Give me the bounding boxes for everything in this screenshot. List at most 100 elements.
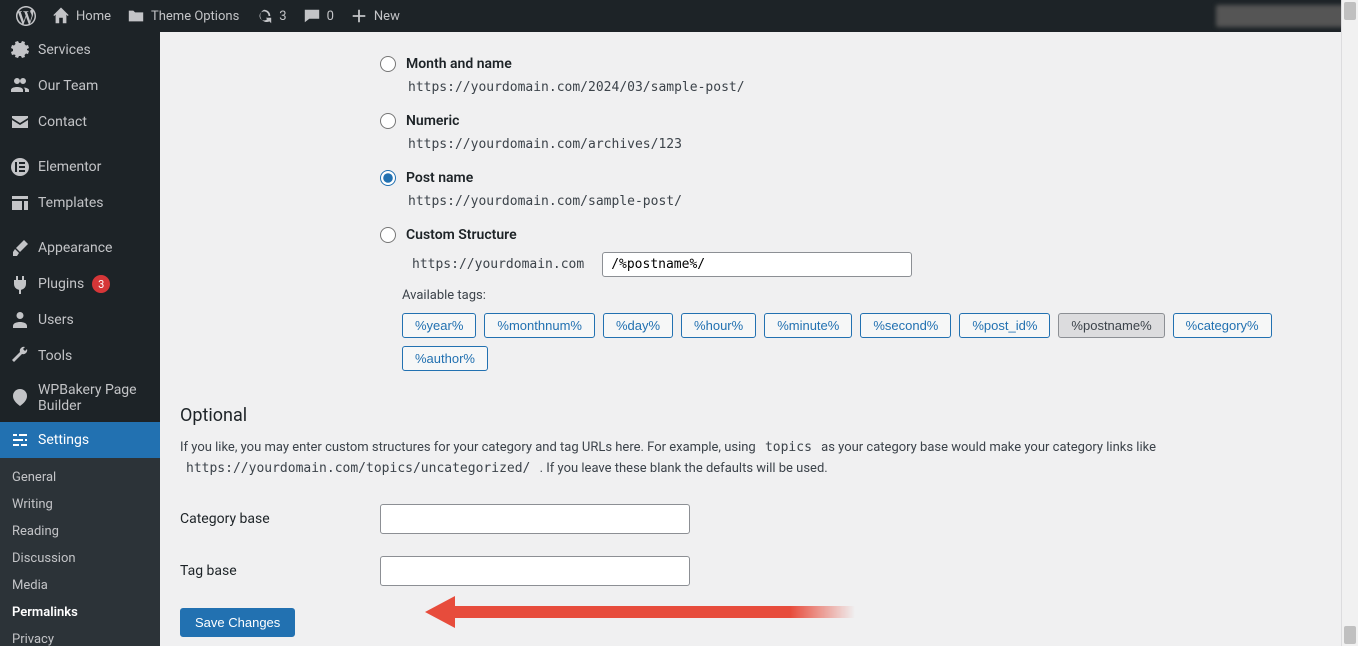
custom-structure-input[interactable] (602, 252, 912, 277)
radio-numeric[interactable] (380, 113, 396, 129)
admin-toolbar: Home Theme Options 3 0 New (0, 0, 1358, 32)
admin-sidebar: Services Our Team Contact Elementor Temp… (0, 32, 160, 646)
menu-wpbakery[interactable]: WPBakery Page Builder (0, 374, 160, 422)
menu-plugins-label: Plugins (38, 276, 84, 292)
tag-post-id[interactable]: %post_id% (959, 313, 1050, 338)
optional-heading: Optional (180, 405, 1330, 426)
menu-users-label: Users (38, 312, 74, 328)
submenu-discussion[interactable]: Discussion (0, 545, 160, 572)
menu-our-team[interactable]: Our Team (0, 68, 160, 104)
submenu-general[interactable]: General (0, 464, 160, 491)
save-changes-button[interactable]: Save Changes (180, 608, 295, 637)
available-tags: %year% %monthnum% %day% %hour% %minute% … (402, 313, 1330, 371)
menu-settings[interactable]: Settings (0, 422, 160, 458)
tag-monthnum[interactable]: %monthnum% (484, 313, 595, 338)
tag-day[interactable]: %day% (603, 313, 673, 338)
numeric-example: https://yourdomain.com/archives/123 (402, 134, 688, 155)
adminbar-user[interactable] (1216, 5, 1350, 27)
menu-elementor[interactable]: Elementor (0, 148, 160, 185)
menu-appearance[interactable]: Appearance (0, 229, 160, 266)
adminbar-new[interactable]: New (342, 0, 408, 32)
adminbar-home-label: Home (76, 9, 111, 24)
submenu-media[interactable]: Media (0, 572, 160, 599)
radio-month-name[interactable] (380, 56, 396, 72)
menu-services-label: Services (38, 42, 91, 58)
tag-minute[interactable]: %minute% (764, 313, 852, 338)
sliders-icon (10, 430, 30, 450)
radio-month-name-label: Month and name (406, 56, 512, 72)
adminbar-new-label: New (374, 9, 400, 24)
radio-numeric-label: Numeric (406, 113, 459, 129)
menu-templates[interactable]: Templates (0, 185, 160, 221)
brush-icon (10, 238, 30, 258)
user-greeting-blurred (1216, 5, 1346, 27)
submenu-reading[interactable]: Reading (0, 518, 160, 545)
menu-templates-label: Templates (38, 195, 104, 211)
submenu-permalinks[interactable]: Permalinks (0, 599, 160, 626)
update-icon (255, 7, 273, 25)
radio-post-name[interactable] (380, 170, 396, 186)
adminbar-comments[interactable]: 0 (295, 0, 342, 32)
radio-custom[interactable] (380, 227, 396, 243)
menu-plugins[interactable]: Plugins 3 (0, 266, 160, 302)
tag-year[interactable]: %year% (402, 313, 476, 338)
plugin-icon (10, 274, 30, 294)
menu-wpbakery-label: WPBakery Page Builder (38, 382, 150, 414)
adminbar-comments-count: 0 (327, 9, 334, 24)
radio-post-name-label: Post name (406, 170, 473, 186)
desc-code-topics: topics (759, 437, 818, 458)
menu-users[interactable]: Users (0, 302, 160, 338)
submenu-writing[interactable]: Writing (0, 491, 160, 518)
scrollbar-down-arrow[interactable] (1344, 626, 1356, 644)
main-content: Month and name https://yourdomain.com/20… (160, 32, 1358, 646)
optional-description: If you like, you may enter custom struct… (180, 438, 1180, 480)
wpbakery-icon (10, 388, 30, 408)
wp-logo[interactable] (8, 0, 44, 32)
menu-services[interactable]: Services (0, 32, 160, 68)
tag-hour[interactable]: %hour% (681, 313, 756, 338)
adminbar-updates[interactable]: 3 (247, 0, 294, 32)
templates-icon (10, 193, 30, 213)
menu-appearance-label: Appearance (38, 240, 112, 256)
tag-base-input[interactable] (380, 556, 690, 586)
tag-author[interactable]: %author% (402, 346, 488, 371)
vertical-scrollbar[interactable] (1341, 0, 1358, 646)
radio-custom-label: Custom Structure (406, 227, 517, 243)
scrollbar-up-arrow[interactable] (1344, 2, 1356, 20)
menu-contact[interactable]: Contact (0, 104, 160, 140)
month-name-example: https://yourdomain.com/2024/03/sample-po… (402, 77, 751, 98)
submenu-privacy[interactable]: Privacy (0, 626, 160, 646)
settings-submenu: General Writing Reading Discussion Media… (0, 458, 160, 646)
tag-second[interactable]: %second% (860, 313, 951, 338)
adminbar-theme-options[interactable]: Theme Options (119, 0, 247, 32)
wrench-icon (10, 346, 30, 366)
plus-icon (350, 7, 368, 25)
permalink-option-post-name: Post name https://yourdomain.com/sample-… (180, 170, 1330, 209)
tag-base-label: Tag base (180, 563, 380, 579)
user-icon (10, 310, 30, 330)
menu-settings-label: Settings (38, 432, 89, 448)
permalink-option-custom: Custom Structure https://yourdomain.com … (180, 227, 1330, 371)
menu-tools[interactable]: Tools (0, 338, 160, 374)
menu-tools-label: Tools (38, 348, 72, 364)
adminbar-theme-options-label: Theme Options (151, 9, 239, 24)
permalink-option-month-name: Month and name https://yourdomain.com/20… (180, 56, 1330, 95)
category-base-input[interactable] (380, 504, 690, 534)
comment-icon (303, 7, 321, 25)
desc-code-url: https://yourdomain.com/topics/uncategori… (180, 458, 536, 479)
adminbar-home[interactable]: Home (44, 0, 119, 32)
category-base-label: Category base (180, 511, 380, 527)
tag-postname[interactable]: %postname% (1058, 313, 1164, 338)
tag-base-row: Tag base (180, 556, 1330, 586)
available-tags-label: Available tags: (402, 288, 1330, 303)
wordpress-icon (16, 6, 36, 26)
menu-elementor-label: Elementor (38, 159, 101, 175)
tag-category[interactable]: %category% (1173, 313, 1272, 338)
users-icon (10, 76, 30, 96)
desc-text-3: . If you leave these blank the defaults … (536, 461, 827, 476)
custom-prefix: https://yourdomain.com (402, 251, 594, 278)
post-name-example: https://yourdomain.com/sample-post/ (402, 191, 688, 212)
adminbar-updates-count: 3 (279, 9, 286, 24)
menu-contact-label: Contact (38, 114, 87, 130)
permalink-option-numeric: Numeric https://yourdomain.com/archives/… (180, 113, 1330, 152)
